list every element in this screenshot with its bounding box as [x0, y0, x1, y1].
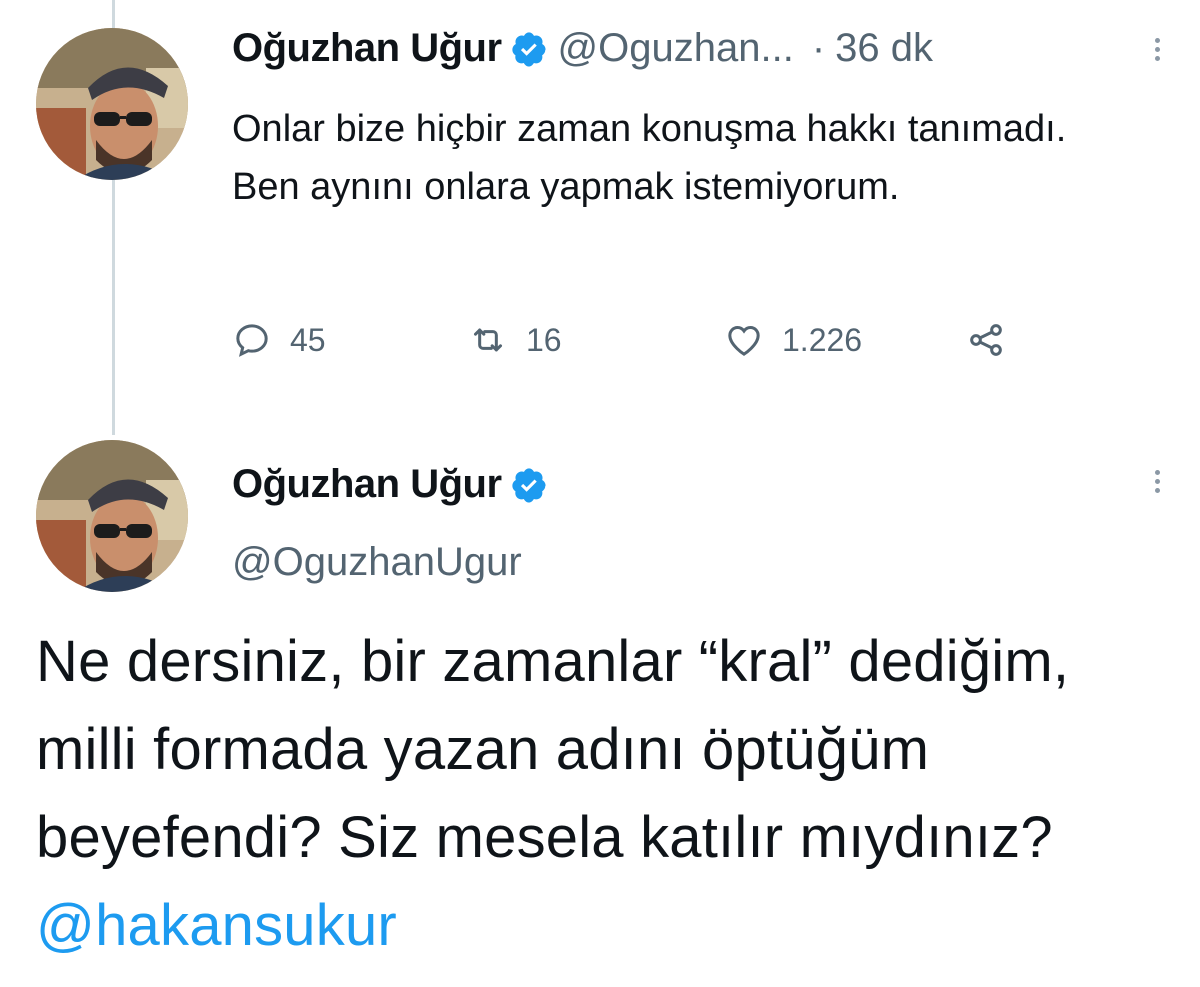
verified-badge-icon [511, 31, 546, 67]
more-options-icon[interactable] [1152, 466, 1162, 497]
avatar[interactable] [36, 440, 188, 592]
tweet-text: Onlar bize hiçbir zaman konuşma hakkı ta… [232, 108, 1067, 208]
share-button[interactable] [966, 320, 1024, 360]
share-icon [970, 324, 1002, 356]
author-handle[interactable]: @OguzhanUgur [232, 540, 522, 585]
separator-dot: · [811, 26, 826, 70]
reply-count: 45 [290, 321, 326, 358]
tweet-text: Ne dersiniz, bir zamanlar “kral” dediğim… [36, 618, 1176, 970]
retweet-button[interactable]: 16 [468, 320, 562, 360]
author-name[interactable]: Oğuzhan Uğur [232, 462, 502, 507]
mention-link[interactable]: @hakansukur [36, 893, 397, 958]
avatar-photo [36, 440, 188, 592]
tweet-actions: 45 16 1.226 [232, 320, 1032, 370]
avatar-photo [36, 28, 188, 180]
like-count: 1.226 [782, 321, 863, 358]
tweet2-header: Oğuzhan Uğur [232, 462, 548, 507]
reply-icon [236, 324, 268, 357]
tweet-body: Ne dersiniz, bir zamanlar “kral” dediğim… [36, 629, 1070, 870]
like-button[interactable]: 1.226 [724, 320, 862, 360]
tweet1-header: Oğuzhan Uğur @Oguzhan... · 36 dk [232, 26, 933, 71]
verified-badge-icon [511, 467, 546, 503]
author-name[interactable]: Oğuzhan Uğur [232, 26, 502, 71]
more-options-icon[interactable] [1152, 34, 1162, 65]
reply-button[interactable]: 45 [232, 320, 326, 360]
retweet-count: 16 [526, 321, 562, 358]
retweet-icon [474, 328, 502, 352]
tweet-timestamp[interactable]: 36 dk [835, 26, 933, 71]
avatar[interactable] [36, 28, 188, 180]
heart-icon [728, 325, 760, 356]
author-handle[interactable]: @Oguzhan... [558, 26, 794, 71]
